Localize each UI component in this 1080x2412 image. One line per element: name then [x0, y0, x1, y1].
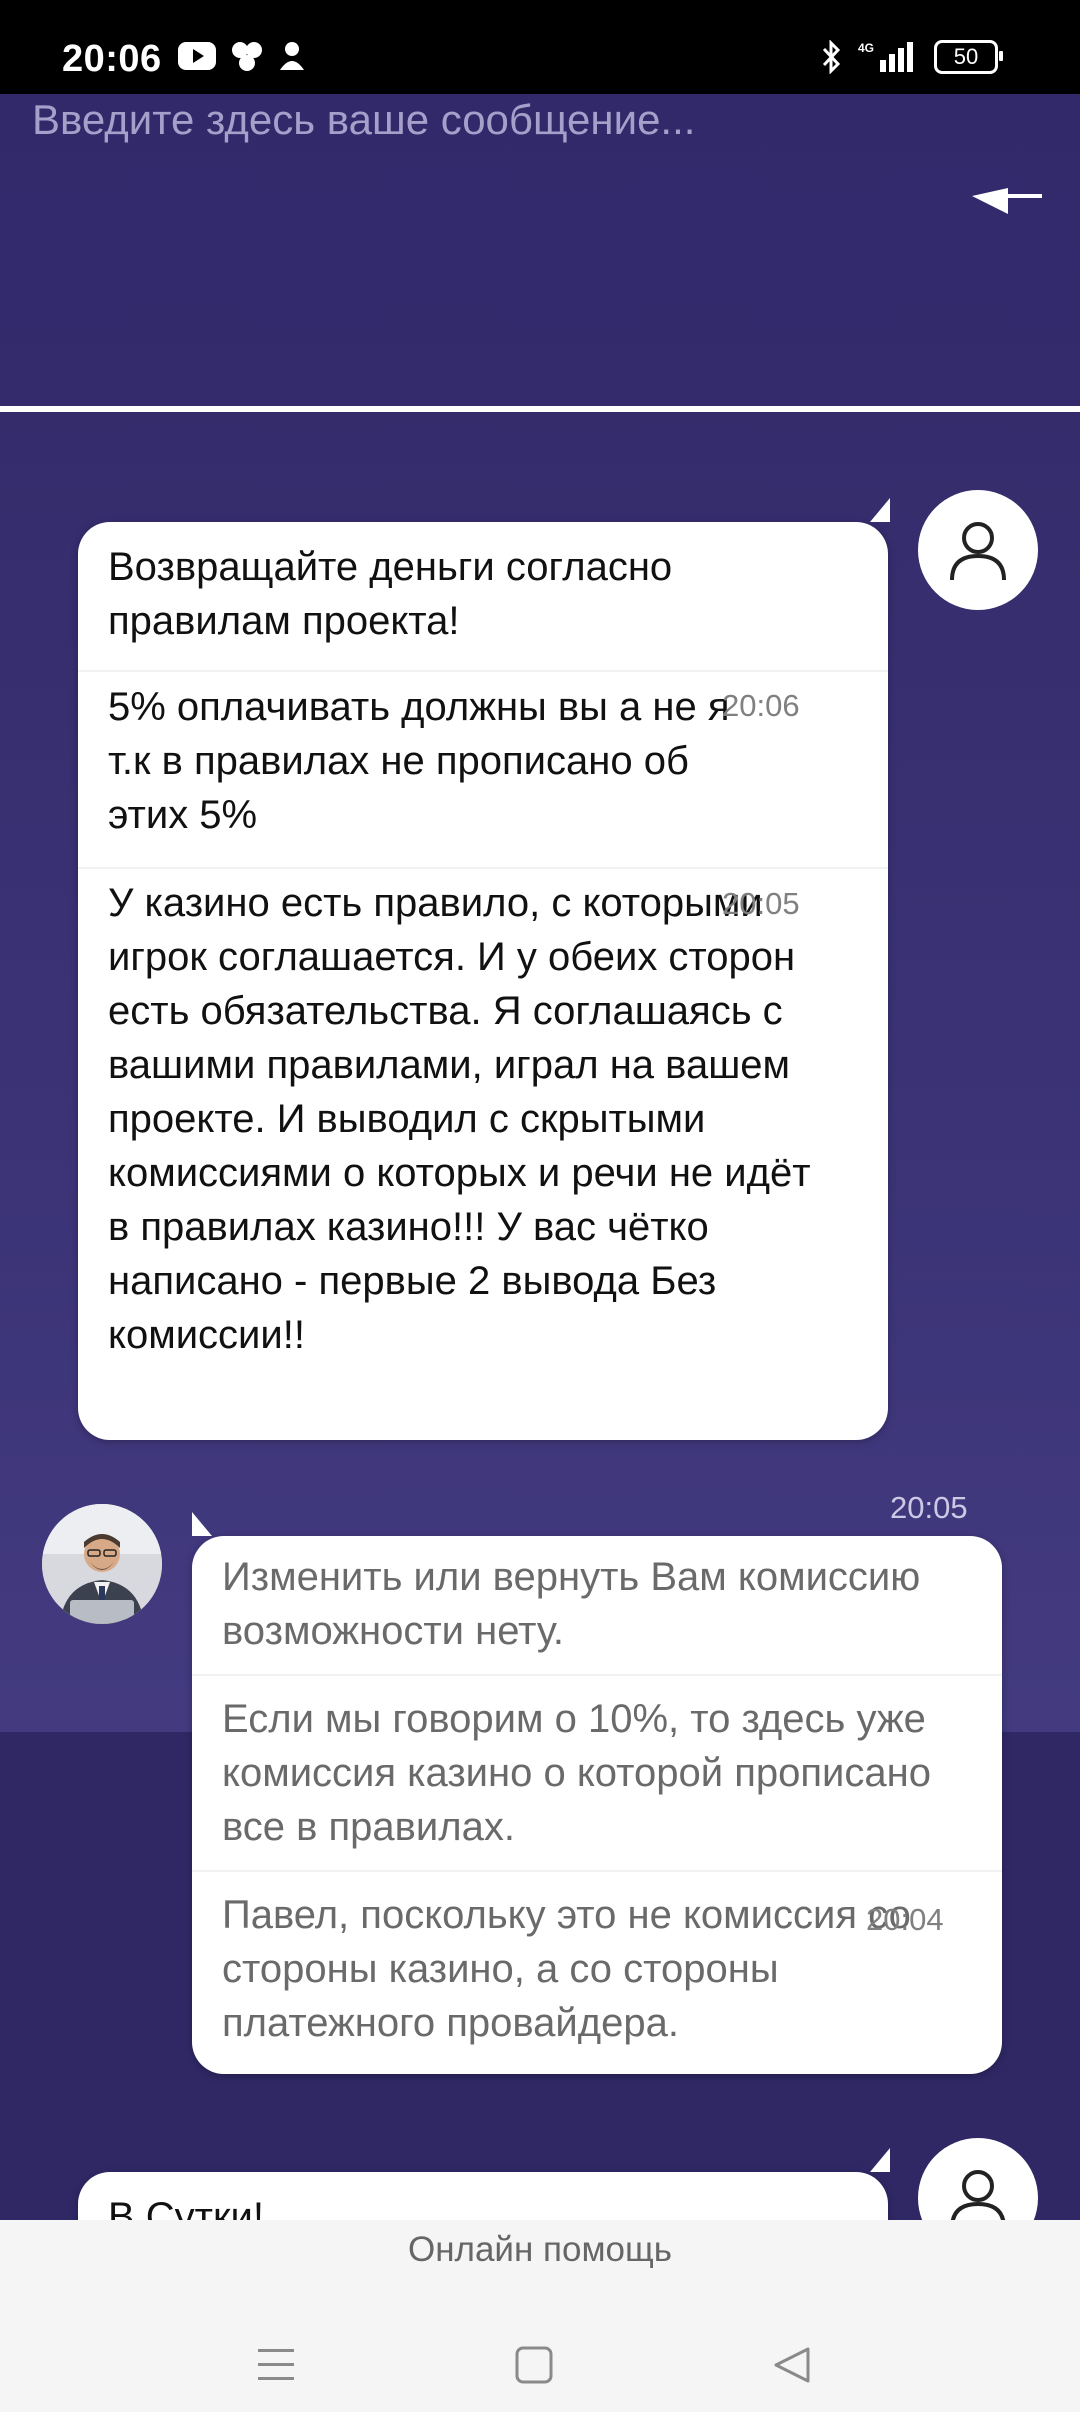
- youtube-icon: [178, 42, 216, 70]
- message-text: 5% оплачивать должны вы а не я т.к в пра…: [108, 685, 730, 837]
- message-separator: [192, 1870, 1002, 1872]
- message-separator: [78, 670, 888, 672]
- message-time: 20:06: [722, 688, 800, 723]
- user-avatar-icon: [918, 490, 1038, 610]
- message-text: Возвращайте деньги согласно правилам про…: [108, 545, 673, 643]
- message-time: 20:05: [722, 886, 800, 921]
- home-icon[interactable]: [504, 2335, 564, 2395]
- message-separator: [78, 867, 888, 869]
- user-message-bubble: Возвращайте деньги согласно правилам про…: [78, 498, 890, 1440]
- signal-icon: 4G: [858, 41, 913, 72]
- back-icon[interactable]: [762, 2335, 822, 2395]
- user-message-bubble: В Сутки!: [78, 2148, 890, 2220]
- operator-avatar: [42, 1504, 162, 1624]
- chat-history[interactable]: Возвращайте деньги согласно правилам про…: [0, 412, 1080, 2220]
- message-time: 20:04: [866, 1902, 944, 1937]
- message-text: В Сутки!: [108, 2195, 264, 2220]
- message-text: Павел, поскольку это не комиссия со стор…: [222, 1893, 911, 2045]
- battery-icon: 50: [934, 40, 1003, 74]
- bluetooth-icon: [822, 40, 841, 74]
- send-arrow-icon[interactable]: [972, 188, 1042, 214]
- message-text: У казино есть правило, с которыми игрок …: [108, 881, 811, 1357]
- message-text: Изменить или вернуть Вам комиссию возмож…: [222, 1555, 921, 1653]
- message-text: Если мы говорим о 10%, то здесь уже коми…: [222, 1697, 931, 1849]
- menu-icon[interactable]: [246, 2335, 306, 2395]
- status-time: 20:06: [62, 38, 162, 80]
- battery-level: 50: [953, 44, 979, 69]
- operator-header-time: 20:05: [890, 1490, 968, 1525]
- message-separator: [192, 1674, 1002, 1676]
- app-icon: [232, 42, 262, 71]
- status-bar: 20:06 4G 50: [0, 0, 1080, 94]
- operator-message-bubble: Изменить или вернуть Вам комиссию возмож…: [192, 1512, 1002, 2074]
- system-icons: 4G 50: [820, 40, 1003, 74]
- notification-icons: [178, 40, 306, 72]
- svg-text:4G: 4G: [858, 41, 874, 55]
- app-icon-2: [280, 42, 304, 70]
- message-composer: [0, 94, 1080, 408]
- bottom-bar: Онлайн помощь: [0, 2220, 1080, 2412]
- message-input[interactable]: [30, 94, 934, 398]
- footer-title: Онлайн помощь: [407, 2230, 673, 2269]
